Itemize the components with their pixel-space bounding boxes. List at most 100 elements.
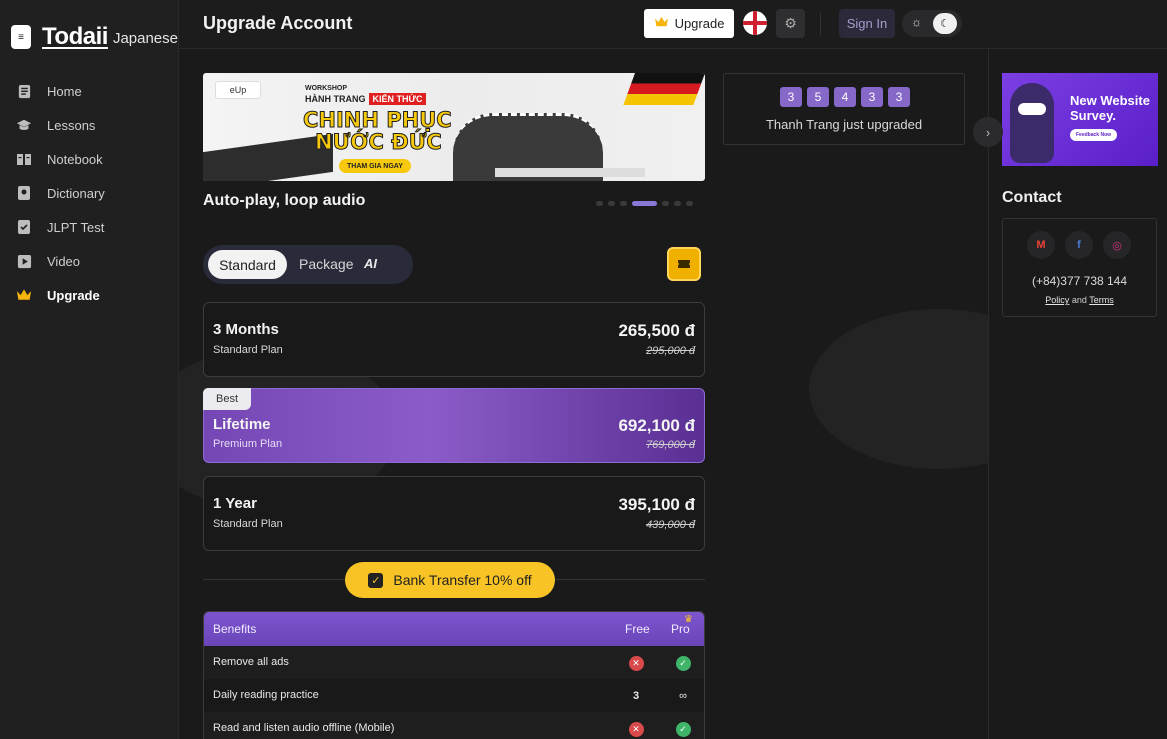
moon-icon: ☾ [933,13,957,34]
sign-in-button[interactable]: Sign In [839,9,895,38]
sidebar-item-jlpt-test[interactable]: JLPT Test [0,210,178,244]
england-flag-icon[interactable] [743,11,767,35]
plan-type: Premium Plan [213,438,283,450]
sidebar-item-label: Home [47,83,82,99]
benefit-free: ✕ [628,655,644,671]
tab-standard[interactable]: Standard [208,250,287,279]
mascot-image [1010,83,1054,163]
plan-old-price: 439,000 đ [646,519,695,531]
benefit-label: Remove all ads [213,656,289,668]
plan-card-3-months[interactable]: 3 Months Standard Plan 265,500 đ 295,000… [203,302,705,377]
survey-title: New Website Survey. [1070,93,1150,123]
plan-card-lifetime[interactable]: Best Lifetime Premium Plan 692,100 đ 769… [203,388,705,463]
survey-banner[interactable]: New Website Survey. Feedback Now [1002,73,1158,166]
dictionary-icon [16,185,32,201]
carousel-dot-active[interactable] [632,201,657,206]
carousel-dot[interactable] [620,201,627,206]
test-icon [16,219,32,235]
video-icon [16,253,32,269]
banner-headline-line1: CHINH PHỤC [303,108,453,132]
background-decoration [809,309,988,469]
header-divider [820,13,821,35]
bank-transfer-button[interactable]: ✓ Bank Transfer 10% off [345,562,555,598]
brand-subtitle: Japanese [112,29,178,47]
graduation-cap-icon [16,117,32,133]
logo: ≡ Todaii Japanese [0,0,178,74]
ticket-icon [677,256,691,273]
voucher-button[interactable] [667,247,701,281]
check-icon: ✓ [675,721,691,737]
gmail-icon[interactable]: M [1027,231,1055,259]
sun-icon: ☼ [911,15,922,29]
upgrade-button[interactable]: Upgrade [644,9,734,38]
upgrade-button-label: Upgrade [674,16,725,31]
carousel-dot[interactable] [674,201,681,206]
benefits-header-free: Free [625,622,650,636]
banner-headline: CHINH PHỤC NƯỚC ĐỨC [303,108,453,154]
sidebar-item-dictionary[interactable]: Dictionary [0,176,178,210]
carousel-dot[interactable] [608,201,615,206]
table-row: Remove all ads ✕ ✓ [204,646,704,679]
brand-name[interactable]: Todaii [42,23,108,51]
plan-card-1-year[interactable]: 1 Year Standard Plan 395,100 đ 439,000 đ [203,476,705,551]
chevron-right-icon[interactable]: › [973,117,1003,147]
policy-link[interactable]: Policy [1045,295,1069,305]
sidebar-item-upgrade[interactable]: Upgrade [0,278,178,312]
banner-subtitle-highlight: KIẾN THỨC [368,93,427,105]
cross-icon: ✕ [628,721,644,737]
plan-name: Lifetime [213,416,271,433]
benefits-table: Benefits Free Pro ♛ Remove all ads ✕ ✓ D… [203,611,705,739]
plan-old-price: 295,000 đ [646,345,695,357]
plan-price: 692,100 đ [618,416,695,435]
carousel-dot[interactable] [686,201,693,206]
counter-digit: 4 [834,87,856,107]
promo-banner[interactable]: eUp WORKSHOP HÀNH TRANG KIẾN THỨC CHINH P… [203,73,705,181]
benefit-pro: ✓ [675,655,691,671]
carousel-dot[interactable] [662,201,669,206]
ticker-message: Thanh Trang just upgraded [765,117,923,132]
sidebar-item-video[interactable]: Video [0,244,178,278]
survey-title-line2: Survey. [1070,108,1117,123]
upgrade-counter: 3 5 4 3 3 [780,87,910,107]
cross-icon: ✕ [628,655,644,671]
page-title: Upgrade Account [203,13,353,33]
notebook-icon [16,151,32,167]
sidebar-item-notebook[interactable]: Notebook [0,142,178,176]
sidebar-nav: Home Lessons Notebook Dictionary JLPT Te… [0,74,178,312]
contact-box: M f ◎ (+84)377 738 144 Policy and Terms [1002,218,1157,317]
banner-subtitle-text: HÀNH TRANG [305,94,366,104]
plan-name: 3 Months [213,321,279,338]
benefit-free: 3 [632,690,640,702]
carousel-dot[interactable] [596,201,603,206]
menu-icon[interactable]: ≡ [11,25,32,49]
social-links: M f ◎ [1027,231,1131,259]
table-row: Read and listen audio offline (Mobile) ✕… [204,712,704,739]
sidebar-item-label: Lessons [47,117,96,133]
settings-button[interactable]: ⚙ [776,9,805,38]
counter-digit: 3 [780,87,802,107]
instagram-icon[interactable]: ◎ [1103,231,1131,259]
check-icon: ✓ [675,655,691,671]
home-icon [16,83,32,99]
benefits-rows: Remove all ads ✕ ✓ Daily reading practic… [204,646,704,739]
banner-workshop: WORKSHOP [305,85,347,92]
tab-package[interactable]: Package [299,256,353,272]
carousel-dots [596,201,693,206]
right-panel: New Website Survey. Feedback Now Contact… [988,49,1167,739]
banner-info-strip [495,168,645,177]
counter-digit: 3 [888,87,910,107]
banner-cta[interactable]: THAM GIA NGAY [339,159,411,173]
facebook-icon[interactable]: f [1065,231,1093,259]
terms-link[interactable]: Terms [1089,295,1114,305]
sidebar: ≡ Todaii Japanese Home Lessons Notebook … [0,0,179,739]
plan-type: Standard Plan [213,344,283,356]
theme-toggle[interactable]: ☼ ☾ [902,10,962,37]
main-content: eUp WORKSHOP HÀNH TRANG KIẾN THỨC CHINH P… [179,49,988,739]
banner-subtitle: HÀNH TRANG KIẾN THỨC [305,93,427,105]
survey-cta[interactable]: Feedback Now [1070,129,1118,141]
crown-icon [654,16,669,31]
sidebar-item-lessons[interactable]: Lessons [0,108,178,142]
benefit-free: ✕ [628,721,644,737]
sidebar-item-home[interactable]: Home [0,74,178,108]
checkbox-checked-icon[interactable]: ✓ [368,572,384,588]
